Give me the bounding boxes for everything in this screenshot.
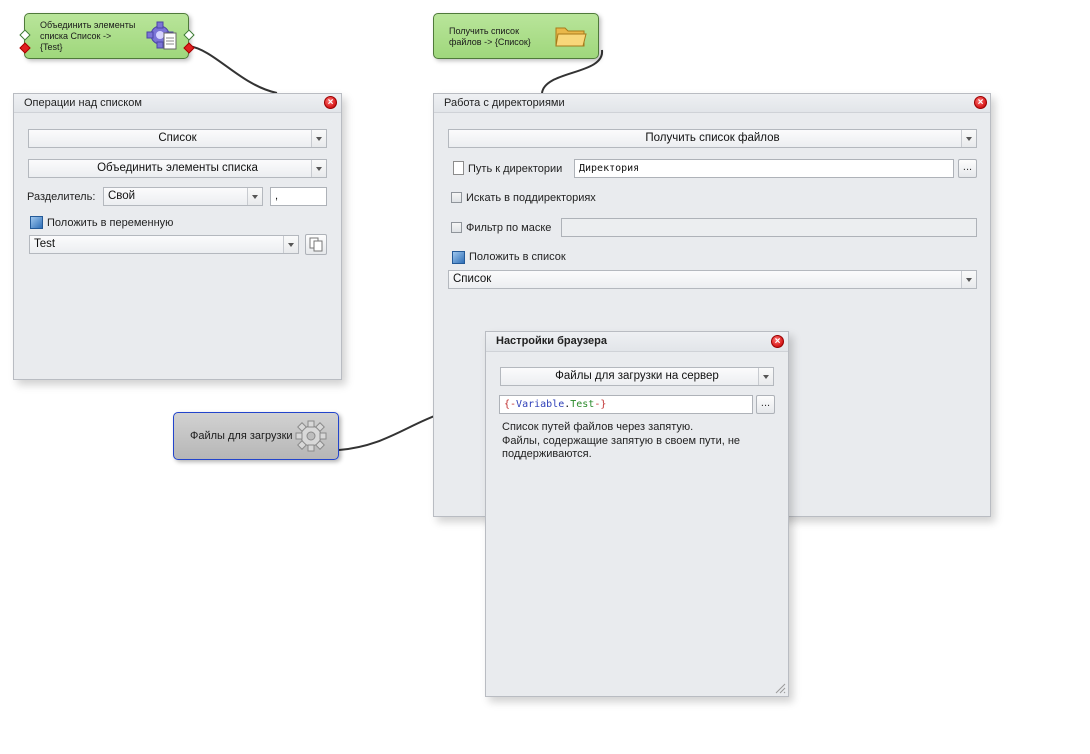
path-label: Путь к директории — [468, 163, 563, 175]
node-get-files[interactable]: Получить список файлов -> {Список} — [433, 13, 599, 59]
close-icon[interactable]: × — [771, 335, 784, 348]
chevron-down-icon — [247, 188, 262, 205]
chevron-down-icon — [283, 236, 298, 253]
node-join-list[interactable]: Объединить элементы списка Список -> {Te… — [19, 13, 195, 59]
variable-select[interactable]: Test — [29, 235, 299, 254]
separator-select-value: Свой — [108, 190, 136, 202]
panel-title: Настройки браузера — [486, 332, 788, 352]
path-input[interactable]: Директория — [574, 159, 954, 178]
files-input[interactable]: {-Variable.Test-} — [499, 395, 753, 414]
panel-browser-settings: Настройки браузера × Файлы для загрузки … — [485, 331, 789, 697]
panel-title: Операции над списком — [14, 94, 341, 113]
copy-icon — [309, 237, 323, 252]
gear-icon — [295, 420, 327, 452]
node-upload-files[interactable]: Файлы для загрузки — [173, 412, 339, 460]
operation-select-value: Объединить элементы списка — [97, 162, 258, 174]
separator-select[interactable]: Свой — [103, 187, 263, 206]
chevron-down-icon — [961, 130, 976, 147]
browser-operation-select-value: Файлы для загрузки на сервер — [555, 370, 719, 382]
token-open: {- — [504, 399, 517, 410]
subdirs-label: Искать в поддиректориях — [466, 192, 596, 204]
token-close: -} — [594, 399, 607, 410]
dir-operation-select[interactable]: Получить список файлов — [448, 129, 977, 148]
browse-button[interactable]: ... — [958, 159, 977, 178]
mask-label: Фильтр по маске — [466, 222, 552, 234]
node-upload-files-label: Файлы для загрузки — [190, 430, 293, 442]
separator-input[interactable]: , — [270, 187, 327, 206]
mask-checkbox[interactable] — [451, 222, 462, 233]
panel-list-operations: Операции над списком × Список Объединить… — [13, 93, 342, 380]
operation-select[interactable]: Объединить элементы списка — [28, 159, 327, 178]
browser-operation-select[interactable]: Файлы для загрузки на сервер — [500, 367, 774, 386]
put-var-label: Положить в переменную — [47, 217, 174, 229]
close-icon[interactable]: × — [974, 96, 987, 109]
chevron-down-icon — [311, 160, 326, 177]
list-select[interactable]: Список — [448, 270, 977, 289]
list-select-value: Список — [453, 273, 492, 285]
wire-join-to-list-panel — [188, 45, 278, 94]
help-text: Список путей файлов через запятую. Файлы… — [502, 421, 741, 460]
mask-input[interactable] — [561, 218, 977, 237]
separator-label: Разделитель: — [27, 191, 96, 203]
subdirs-checkbox[interactable] — [451, 192, 462, 203]
node-join-list-label: Объединить элементы списка Список -> {Te… — [40, 20, 136, 52]
node-get-files-label: Получить список файлов -> {Список} — [449, 26, 531, 47]
chevron-down-icon — [311, 130, 326, 147]
dir-operation-select-value: Получить список файлов — [645, 132, 780, 144]
close-icon[interactable]: × — [324, 96, 337, 109]
document-icon — [453, 161, 464, 175]
list-select-value: Список — [158, 132, 197, 144]
gear-icon — [146, 21, 177, 50]
token-name: Test — [570, 399, 595, 410]
list-select[interactable]: Список — [28, 129, 327, 148]
resize-grip-icon[interactable] — [774, 682, 786, 694]
browse-button[interactable]: ... — [756, 395, 775, 414]
checkbox-icon[interactable] — [30, 216, 43, 229]
token-variable: Variable — [516, 399, 565, 410]
variable-select-value: Test — [34, 238, 56, 250]
put-list-label: Положить в список — [469, 251, 566, 263]
copy-variable-button[interactable] — [305, 234, 327, 255]
checkbox-icon[interactable] — [452, 251, 465, 264]
panel-title: Работа с директориями — [434, 94, 990, 113]
chevron-down-icon — [758, 368, 773, 385]
chevron-down-icon — [961, 271, 976, 288]
folder-icon — [555, 27, 587, 47]
